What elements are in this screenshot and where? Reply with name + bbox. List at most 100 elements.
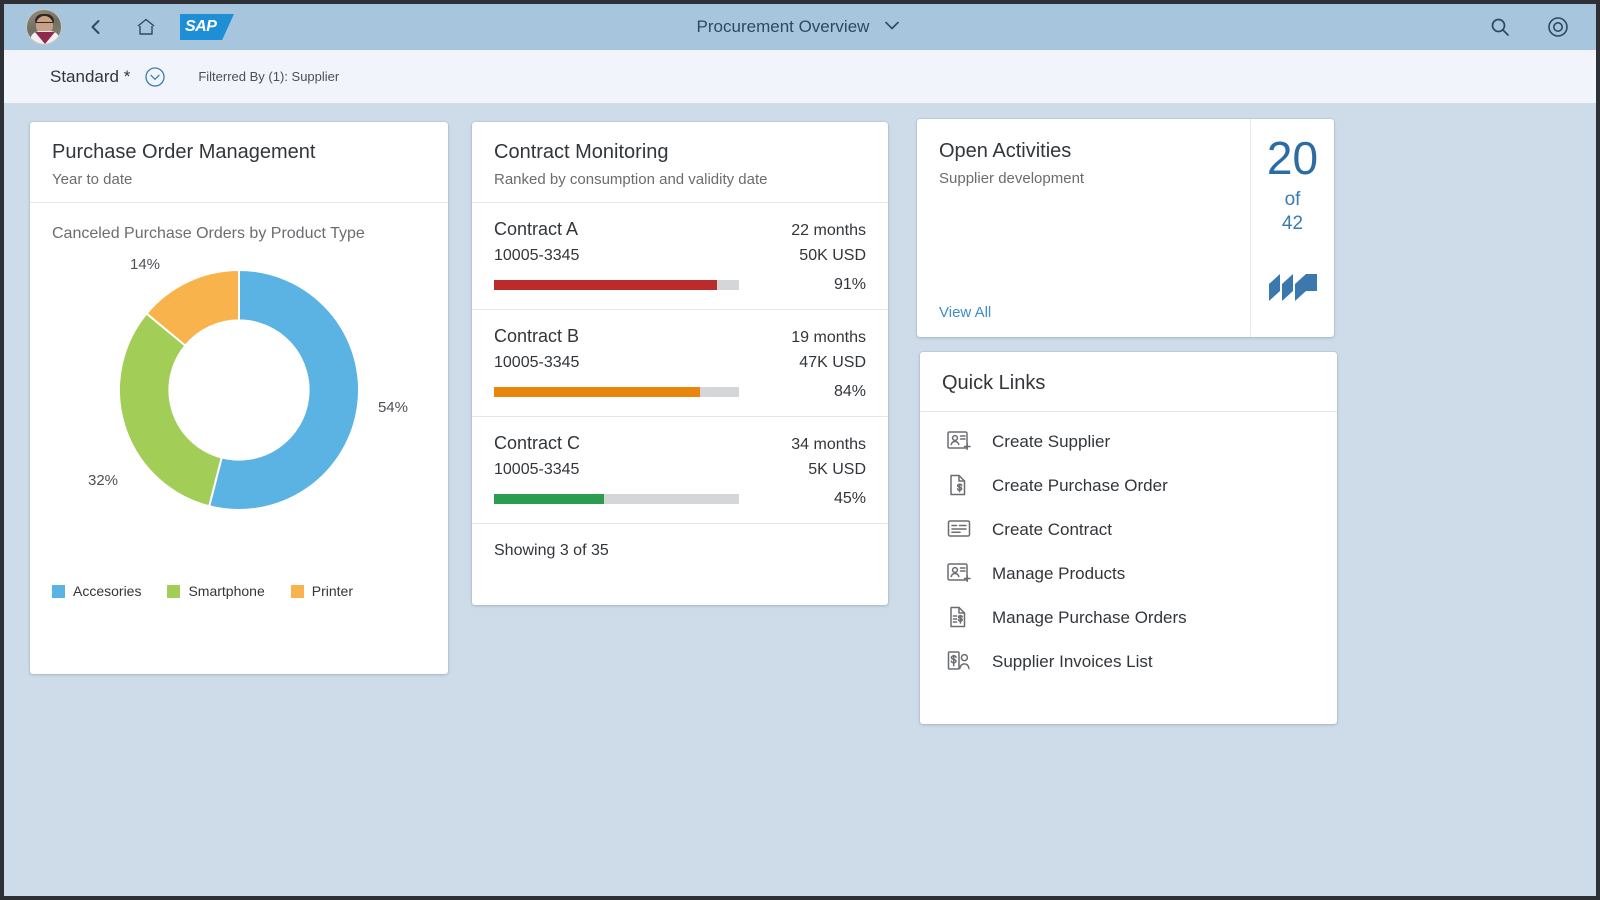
legend-label: Printer (312, 583, 353, 599)
card-subtitle: Supplier development (939, 170, 1228, 187)
content-canvas: Purchase Order Management Year to date C… (4, 103, 1596, 896)
progress-bar (494, 387, 739, 397)
contract-card-icon (946, 516, 974, 544)
card-title: Quick Links (920, 352, 1337, 411)
search-icon[interactable] (1484, 11, 1516, 43)
donut-svg (104, 255, 374, 525)
donut-value-label: 32% (88, 472, 118, 489)
document-dollar-icon (946, 472, 974, 500)
quick-link-label: Manage Products (992, 564, 1125, 584)
avatar[interactable] (26, 9, 62, 45)
legend-swatch (52, 585, 65, 598)
contract-percent: 45% (834, 490, 866, 508)
contract-percent: 84% (834, 383, 866, 401)
donut-segment[interactable] (119, 314, 222, 507)
home-icon[interactable] (130, 11, 162, 43)
contract-months: 19 months (791, 329, 866, 347)
shell-header-right (1484, 11, 1574, 43)
add-contact-icon (946, 428, 974, 456)
dollar-person-icon (946, 648, 974, 676)
progress-bar (494, 280, 739, 290)
contract-footer: Showing 3 of 35 (472, 524, 888, 578)
app-title-button[interactable]: Procurement Overview (697, 14, 904, 41)
progress-bar-fill (494, 387, 700, 397)
contract-row[interactable]: Contract C 34 months 10005-3345 5K USD 45% (472, 417, 888, 523)
contract-months: 22 months (791, 222, 866, 240)
donut-value-label: 54% (378, 399, 408, 416)
document-list-dollar-icon (946, 604, 974, 632)
kpi-of-label: of (1285, 189, 1301, 211)
page-title: Procurement Overview (697, 17, 870, 37)
quick-link-label: Create Supplier (992, 432, 1110, 452)
progress-bar-fill (494, 280, 717, 290)
legend-swatch (167, 585, 180, 598)
shell-header-center: Procurement Overview (4, 4, 1596, 50)
contract-row[interactable]: Contract B 19 months 10005-3345 47K USD 84% (472, 310, 888, 416)
kpi-number: 20 (1267, 137, 1318, 181)
card-open-activities: Open Activities Supplier development Vie… (917, 119, 1334, 337)
app-window: SAP Procurement Overview (0, 0, 1600, 900)
quick-link-label: Create Purchase Order (992, 476, 1168, 496)
quick-link-item[interactable]: Manage Products (920, 552, 1337, 596)
card-header: Contract Monitoring Ranked by consumptio… (472, 122, 888, 202)
quick-link-label: Create Contract (992, 520, 1112, 540)
card-contract-monitoring: Contract Monitoring Ranked by consumptio… (472, 122, 888, 605)
add-contact-icon (946, 560, 974, 588)
legend-label: Accesories (73, 583, 141, 599)
legend-item[interactable]: Smartphone (167, 583, 264, 599)
contract-list: Contract A22 months10005-334550K USD91%C… (472, 203, 888, 523)
activities-kpi: 20 of 42 (1250, 119, 1334, 337)
view-all-link[interactable]: View All (939, 304, 991, 321)
quick-link-item[interactable]: Create Supplier (920, 420, 1337, 464)
contract-amount: 50K USD (799, 247, 866, 265)
quick-link-item[interactable]: Create Purchase Order (920, 464, 1337, 508)
contract-percent: 91% (834, 276, 866, 294)
sap-logo-text: SAP (185, 18, 216, 36)
card-purchase-order-management: Purchase Order Management Year to date C… (30, 122, 448, 674)
progress-bar-fill (494, 494, 604, 504)
sap-logo[interactable]: SAP (180, 14, 234, 40)
contract-name: Contract A (494, 219, 578, 240)
chart-label: Canceled Purchase Orders by Product Type (30, 203, 448, 243)
contract-months: 34 months (791, 436, 866, 454)
card-title: Contract Monitoring (494, 140, 866, 165)
shell-header-left: SAP (26, 9, 234, 45)
legend-swatch (291, 585, 304, 598)
chevron-left-icon[interactable] (80, 11, 112, 43)
quick-link-item[interactable]: Supplier Invoices List (920, 640, 1337, 684)
progress-bar (494, 494, 739, 504)
card-title: Purchase Order Management (52, 140, 426, 165)
contract-name: Contract C (494, 433, 580, 454)
contract-id: 10005-3345 (494, 247, 579, 265)
legend-label: Smartphone (188, 583, 264, 599)
quick-links-list: Create Supplier Create Purchase Order Crea… (920, 412, 1337, 684)
quick-link-label: Manage Purchase Orders (992, 608, 1187, 628)
contract-row[interactable]: Contract A 22 months 10005-3345 50K USD 91% (472, 203, 888, 309)
card-header: Purchase Order Management Year to date (30, 122, 448, 202)
contract-name: Contract B (494, 326, 579, 347)
chevron-down-icon (881, 14, 903, 41)
card-title: Open Activities (939, 139, 1228, 164)
donut-chart[interactable]: 54% 32% 14% (30, 247, 448, 577)
donut-value-label: 14% (130, 256, 160, 273)
contract-amount: 5K USD (808, 461, 866, 479)
card-quick-links: Quick Links Create Supplier Create Purcha… (920, 352, 1337, 724)
legend-item[interactable]: Accesories (52, 583, 141, 599)
chevron-down-circle-icon[interactable] (144, 66, 166, 88)
activities-main: Open Activities Supplier development Vie… (917, 119, 1250, 337)
variant-name[interactable]: Standard * (50, 67, 130, 87)
shell-header: SAP Procurement Overview (4, 4, 1596, 50)
legend-item[interactable]: Printer (291, 583, 353, 599)
filter-bar: Standard * Filterred By (1): Supplier (4, 50, 1596, 103)
quick-link-item[interactable]: Create Contract (920, 508, 1337, 552)
quick-link-item[interactable]: Manage Purchase Orders (920, 596, 1337, 640)
me-area-icon[interactable] (1542, 11, 1574, 43)
activity-items-icon (1267, 263, 1319, 310)
chart-legend: Accesories Smartphone Printer (30, 577, 448, 599)
contract-amount: 47K USD (799, 354, 866, 372)
card-subtitle: Ranked by consumption and validity date (494, 171, 866, 188)
card-subtitle: Year to date (52, 171, 426, 188)
kpi-total: 42 (1282, 213, 1303, 235)
contract-id: 10005-3345 (494, 354, 579, 372)
contract-id: 10005-3345 (494, 461, 579, 479)
